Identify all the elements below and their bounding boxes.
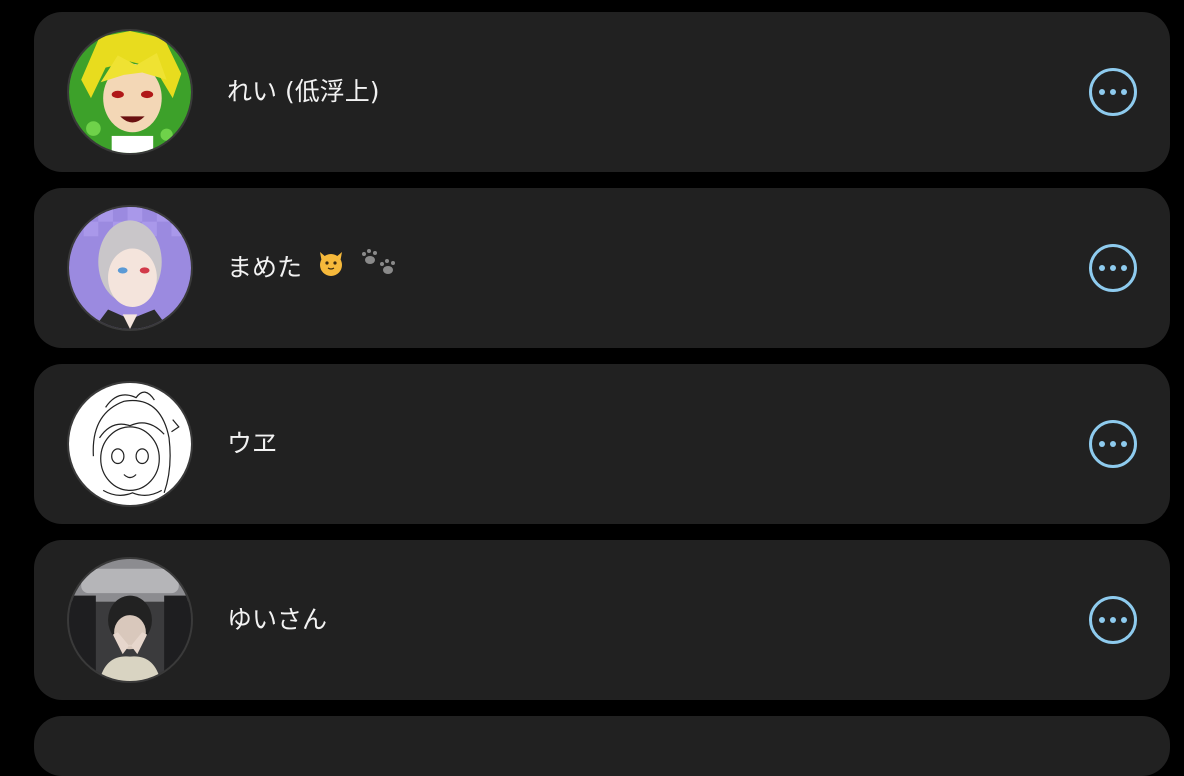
friend-name-text: まめた <box>227 253 303 282</box>
friend-name-text: れい (低浮上) <box>227 77 380 106</box>
cat-face-icon <box>316 248 346 290</box>
friend-list-item[interactable]: ウヱ <box>34 364 1170 524</box>
dot <box>1099 265 1105 271</box>
avatar[interactable] <box>67 29 193 155</box>
avatar[interactable] <box>67 205 193 331</box>
sketch-anime-girl-avatar <box>69 383 191 505</box>
dot <box>1121 617 1127 623</box>
paw-prints-icon <box>360 248 400 290</box>
more-options-icon[interactable] <box>1089 596 1137 644</box>
friend-list-item[interactable]: まめた <box>34 188 1170 348</box>
friend-name-text: ゆいさん <box>227 605 328 634</box>
friend-name: れい (低浮上) <box>227 72 379 112</box>
anime-blond-character-avatar <box>69 31 191 153</box>
more-options-icon[interactable] <box>1089 244 1137 292</box>
friend-name: ウヱ <box>227 424 277 464</box>
dot <box>1110 617 1116 623</box>
dot <box>1099 89 1105 95</box>
anime-silver-hair-character-avatar <box>69 207 191 329</box>
friend-list-item-partial <box>34 716 1170 776</box>
more-options-icon[interactable] <box>1089 68 1137 116</box>
avatar[interactable] <box>67 381 193 507</box>
dot <box>1110 89 1116 95</box>
more-options-icon[interactable] <box>1089 420 1137 468</box>
dot <box>1121 441 1127 447</box>
friend-list-item[interactable]: ゆいさん <box>34 540 1170 700</box>
friend-list-item[interactable]: れい (低浮上) <box>34 12 1170 172</box>
avatar[interactable] <box>67 557 193 683</box>
car-selfie-photo-avatar <box>69 559 191 681</box>
dot <box>1121 265 1127 271</box>
friend-name: ゆいさん <box>227 600 327 640</box>
friend-name-text: ウヱ <box>227 429 278 458</box>
dot <box>1099 617 1105 623</box>
friend-list: れい (低浮上) まめた ウヱ ゆいさん <box>34 12 1170 776</box>
dot <box>1110 441 1116 447</box>
dot <box>1121 89 1127 95</box>
dot <box>1099 441 1105 447</box>
friend-name: まめた <box>227 248 400 288</box>
dot <box>1110 265 1116 271</box>
